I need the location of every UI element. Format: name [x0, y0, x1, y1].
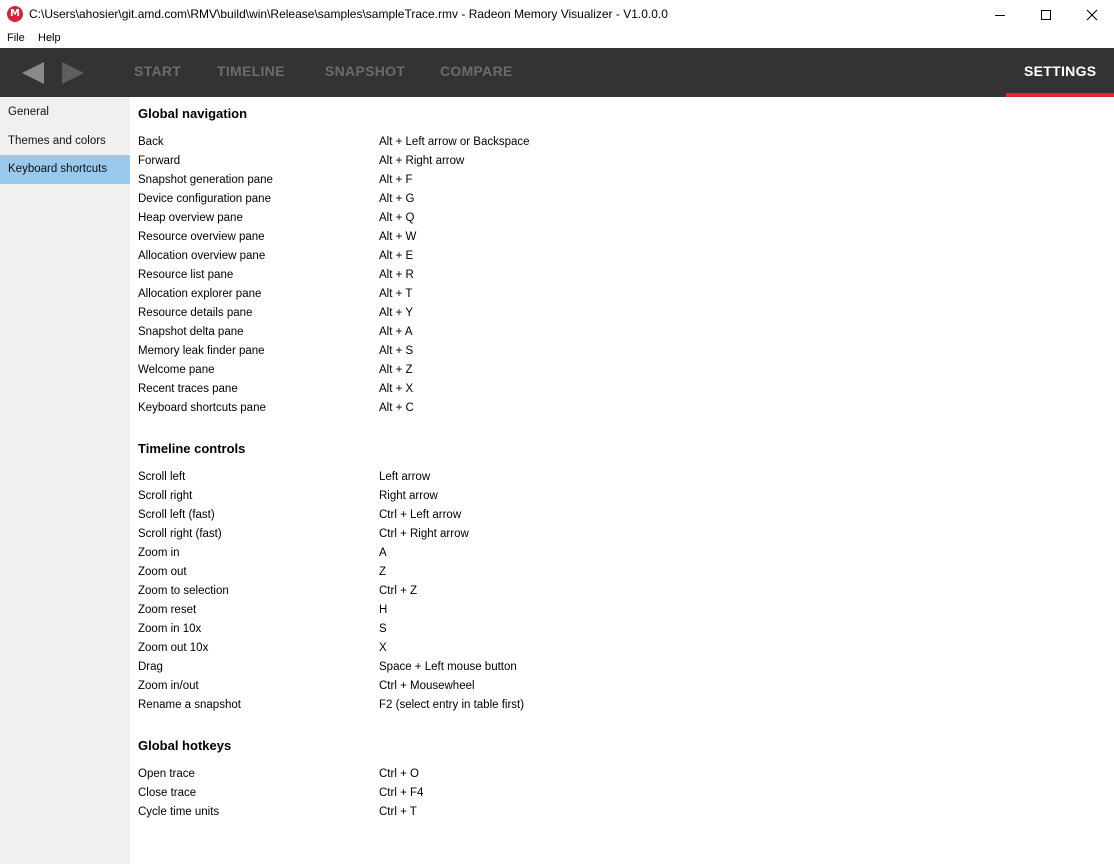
shortcut-keys: Alt + E [379, 250, 414, 262]
settings-sidebar: General Themes and colors Keyboard short… [0, 97, 130, 864]
maximize-icon [1041, 10, 1051, 20]
forward-arrow-icon[interactable] [62, 62, 84, 84]
shortcut-keys: Alt + Z [379, 364, 413, 376]
shortcut-action: Zoom in [138, 547, 180, 559]
shortcut-action: Allocation explorer pane [138, 288, 262, 300]
shortcut-action: Resource list pane [138, 269, 234, 281]
shortcut-action: Forward [138, 155, 181, 167]
shortcut-keys: Ctrl + O [379, 768, 419, 780]
shortcut-keys: Alt + R [379, 269, 414, 281]
shortcut-action: Zoom out [138, 566, 187, 578]
close-button[interactable] [1069, 0, 1114, 30]
tab-timeline[interactable]: TIMELINE [217, 63, 285, 79]
shortcut-action: Allocation overview pane [138, 250, 266, 262]
shortcut-keys: Ctrl + Left arrow [379, 509, 462, 521]
shortcut-keys: Alt + Right arrow [379, 155, 465, 167]
shortcut-action: Zoom to selection [138, 585, 229, 597]
shortcut-keys: S [379, 623, 387, 635]
shortcut-keys: H [379, 604, 388, 616]
shortcut-action: Zoom out 10x [138, 642, 209, 654]
menu-file[interactable]: File [7, 32, 25, 44]
shortcut-keys: Ctrl + Right arrow [379, 528, 469, 540]
shortcut-action: Heap overview pane [138, 212, 243, 224]
tab-settings[interactable]: SETTINGS [1024, 63, 1096, 79]
shortcut-keys: Alt + A [379, 326, 413, 338]
shortcut-action: Welcome pane [138, 364, 215, 376]
shortcut-action: Cycle time units [138, 806, 220, 818]
shortcut-action: Scroll right [138, 490, 193, 502]
shortcut-action: Back [138, 136, 164, 148]
shortcut-action: Scroll left (fast) [138, 509, 215, 521]
shortcut-action: Scroll right (fast) [138, 528, 222, 540]
shortcut-action: Resource details pane [138, 307, 253, 319]
section-title: Global navigation [138, 106, 248, 121]
shortcut-keys: Space + Left mouse button [379, 661, 517, 673]
menu-help[interactable]: Help [38, 32, 61, 44]
shortcut-keys: Alt + X [379, 383, 414, 395]
shortcut-keys: Alt + Y [379, 307, 413, 319]
shortcut-action: Drag [138, 661, 163, 673]
shortcut-keys: F2 (select entry in table first) [379, 699, 525, 711]
back-arrow-icon[interactable] [22, 62, 44, 84]
shortcut-keys: Alt + G [379, 193, 415, 205]
shortcut-action: Scroll left [138, 471, 186, 483]
shortcut-action: Memory leak finder pane [138, 345, 265, 357]
shortcut-keys: X [379, 642, 387, 654]
title-bar: M C:\Users\ahosier\git.amd.com\RMV\build… [0, 0, 1114, 30]
shortcut-keys: Left arrow [379, 471, 431, 483]
shortcut-keys: Ctrl + F4 [379, 787, 424, 799]
minimize-button[interactable] [977, 0, 1023, 30]
shortcut-keys: Z [379, 566, 387, 578]
close-icon [1086, 9, 1098, 21]
window-title: C:\Users\ahosier\git.amd.com\RMV\build\w… [29, 7, 668, 21]
sidebar-item-themes-and-colors[interactable]: Themes and colors [0, 127, 130, 156]
active-tab-indicator [1006, 93, 1114, 97]
shortcut-action: Zoom reset [138, 604, 197, 616]
shortcut-keys: Alt + F [379, 174, 413, 186]
shortcut-keys: Ctrl + Z [379, 585, 418, 597]
shortcut-keys: Ctrl + T [379, 806, 417, 818]
shortcut-action: Snapshot generation pane [138, 174, 273, 186]
minimize-icon [995, 14, 1005, 16]
shortcut-keys: Right arrow [379, 490, 438, 502]
tab-start[interactable]: START [134, 63, 181, 79]
shortcut-action: Open trace [138, 768, 195, 780]
shortcut-action: Snapshot delta pane [138, 326, 244, 338]
shortcut-keys: Alt + Left arrow or Backspace [379, 136, 530, 148]
shortcut-keys: A [379, 547, 387, 559]
menu-bar: File Help [0, 30, 1114, 48]
tab-compare[interactable]: COMPARE [440, 63, 513, 79]
tab-snapshot[interactable]: SNAPSHOT [325, 63, 405, 79]
shortcut-action: Recent traces pane [138, 383, 238, 395]
shortcut-keys: Alt + T [379, 288, 413, 300]
shortcut-action: Zoom in/out [138, 680, 199, 692]
shortcut-action: Keyboard shortcuts pane [138, 402, 266, 414]
maximize-button[interactable] [1023, 0, 1069, 30]
sidebar-item-keyboard-shortcuts[interactable]: Keyboard shortcuts [0, 155, 130, 184]
section-title: Timeline controls [138, 441, 246, 456]
section-title: Global hotkeys [138, 738, 232, 753]
shortcut-keys: Alt + W [379, 231, 417, 243]
shortcut-action: Rename a snapshot [138, 699, 241, 711]
shortcut-keys: Ctrl + Mousewheel [379, 680, 475, 692]
navigation-bar: START TIMELINE SNAPSHOT COMPARE SETTINGS [0, 48, 1114, 97]
shortcut-action: Zoom in 10x [138, 623, 202, 635]
shortcut-keys: Alt + C [379, 402, 414, 414]
shortcut-keys: Alt + S [379, 345, 414, 357]
shortcut-action: Device configuration pane [138, 193, 271, 205]
shortcut-action: Resource overview pane [138, 231, 265, 243]
shortcut-keys: Alt + Q [379, 212, 415, 224]
radeon-memory-visualizer-icon: M [7, 6, 23, 22]
sidebar-item-general[interactable]: General [0, 98, 130, 127]
shortcut-action: Close trace [138, 787, 197, 799]
